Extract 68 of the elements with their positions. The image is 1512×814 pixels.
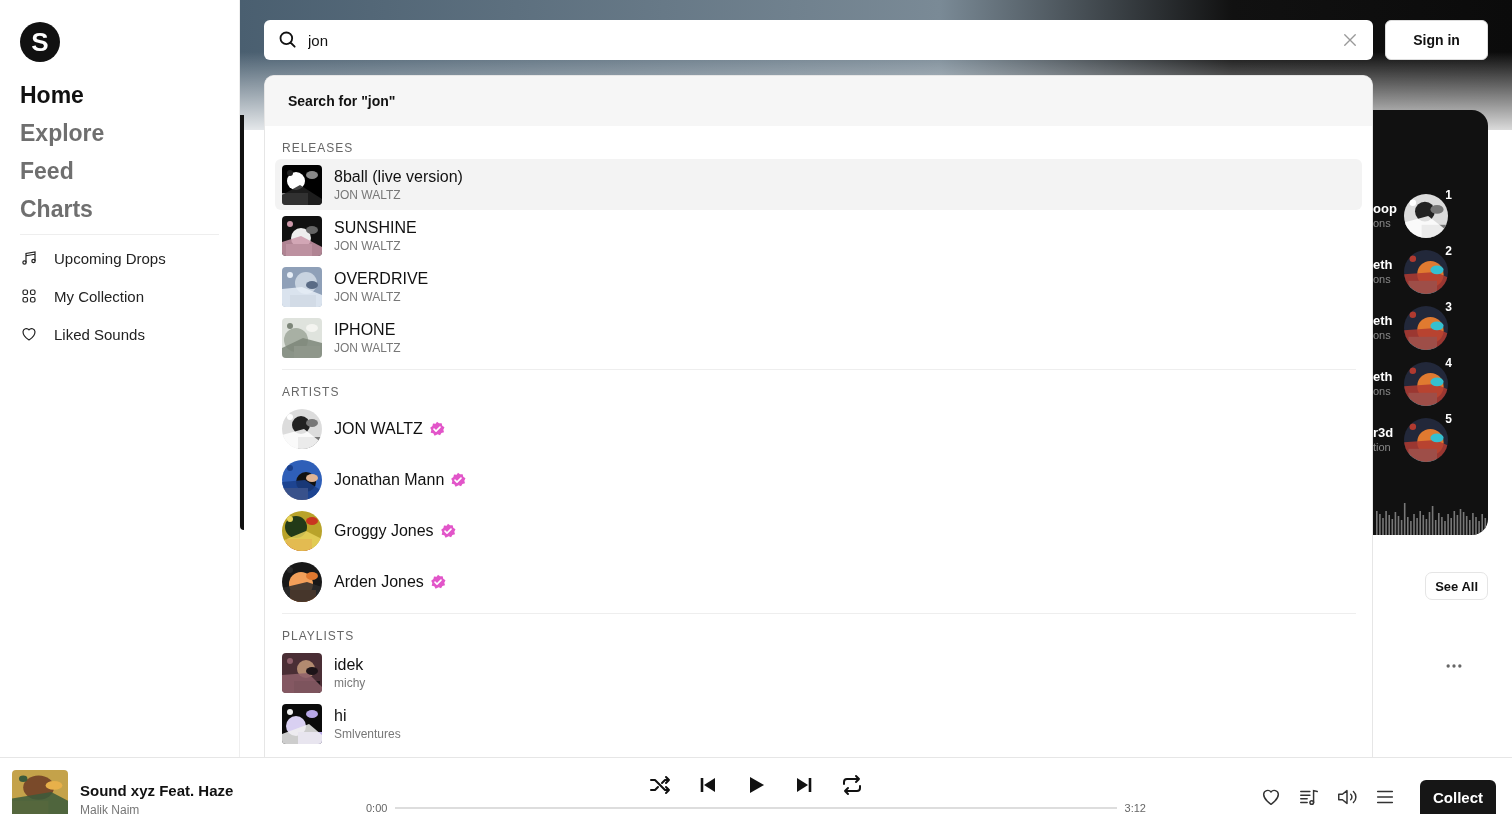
elapsed-time: 0:00 — [366, 802, 388, 814]
result-title: 8ball (live version) — [334, 166, 463, 186]
result-row[interactable]: SUNSHINE JON WALTZ — [275, 210, 1362, 261]
section-label: PLAYLISTS — [281, 628, 356, 645]
search-field[interactable]: jon — [264, 20, 1373, 60]
rank-number: 3 — [1445, 300, 1452, 314]
track-title: Sound xyz Feat. Haze — [80, 782, 234, 799]
grid-icon — [20, 287, 38, 305]
result-row[interactable]: Groggy Jones — [275, 505, 1362, 556]
music-note-icon — [20, 249, 38, 267]
chart-title: oop — [1373, 201, 1398, 218]
result-title: idek — [334, 654, 365, 674]
collect-button[interactable]: Collect — [1420, 780, 1496, 814]
rank-number: 1 — [1445, 188, 1452, 202]
duration-time: 3:12 — [1124, 802, 1146, 814]
chart-title: r3d — [1373, 425, 1395, 442]
result-subtitle: JON WALTZ — [334, 187, 402, 203]
chart-title: eth — [1373, 369, 1394, 386]
chart-subtitle: ons — [1373, 329, 1392, 343]
result-row[interactable]: Arden Jones — [275, 556, 1362, 607]
result-row[interactable]: hi Smlventures — [275, 698, 1362, 749]
chart-title: eth — [1373, 313, 1394, 330]
artist-name: Jonathan Mann — [334, 469, 445, 490]
chart-subtitle: ons — [1373, 217, 1392, 231]
chart-subtitle: tion — [1373, 441, 1392, 455]
see-all-button[interactable]: See All — [1425, 572, 1488, 600]
result-title: OVERDRIVE — [334, 268, 429, 288]
repeat-icon[interactable] — [840, 773, 864, 797]
result-row[interactable]: IPHONE JON WALTZ — [275, 312, 1362, 363]
artist-name: Groggy Jones — [334, 520, 434, 541]
result-row[interactable]: OVERDRIVE JON WALTZ — [275, 261, 1362, 312]
result-subtitle: michy — [334, 675, 366, 691]
sidebar-link[interactable]: Liked Sounds — [0, 315, 165, 353]
result-row[interactable]: Jonathan Mann — [275, 454, 1362, 505]
rank-number: 2 — [1445, 244, 1452, 258]
shuffle-icon[interactable] — [648, 773, 672, 797]
result-title: hi — [334, 705, 348, 725]
nav-link[interactable]: Feed — [0, 152, 94, 190]
chart-subtitle: ons — [1373, 385, 1392, 399]
sidebar-link[interactable]: Upcoming Drops — [0, 239, 186, 277]
result-row[interactable]: idek michy — [275, 647, 1362, 698]
section-label: ARTISTS — [281, 384, 341, 401]
result-title: IPHONE — [334, 319, 397, 339]
result-row[interactable]: 8ball (live version) JON WALTZ — [275, 159, 1362, 210]
search-for-option[interactable]: Search for "jon" — [265, 76, 1372, 126]
artist-name: Arden Jones — [334, 571, 424, 592]
search-input[interactable]: jon — [306, 30, 1333, 50]
result-subtitle: JON WALTZ — [334, 289, 402, 305]
result-row[interactable]: JON WALTZ — [275, 403, 1362, 454]
result-subtitle: JON WALTZ — [334, 340, 401, 356]
rank-number: 5 — [1445, 412, 1452, 426]
result-subtitle: JON WALTZ — [334, 238, 402, 254]
heart-icon — [20, 325, 38, 343]
chart-subtitle: ons — [1373, 273, 1392, 287]
rank-number: 4 — [1445, 356, 1452, 370]
section-label: RELEASES — [281, 140, 355, 157]
logo[interactable]: S — [20, 22, 60, 62]
search-icon — [278, 30, 298, 50]
track-artist: Malik Naim — [80, 803, 141, 814]
chart-title: eth — [1373, 257, 1394, 274]
sign-in-button[interactable]: Sign in — [1385, 20, 1488, 60]
nav-link[interactable]: Charts — [0, 190, 113, 228]
sidebar-link[interactable]: My Collection — [0, 277, 165, 315]
close-icon[interactable] — [1341, 31, 1359, 49]
result-subtitle: Smlventures — [334, 726, 401, 742]
nav-link[interactable]: Explore — [0, 114, 125, 152]
artist-name: JON WALTZ — [334, 418, 423, 439]
result-title: SUNSHINE — [334, 217, 417, 237]
